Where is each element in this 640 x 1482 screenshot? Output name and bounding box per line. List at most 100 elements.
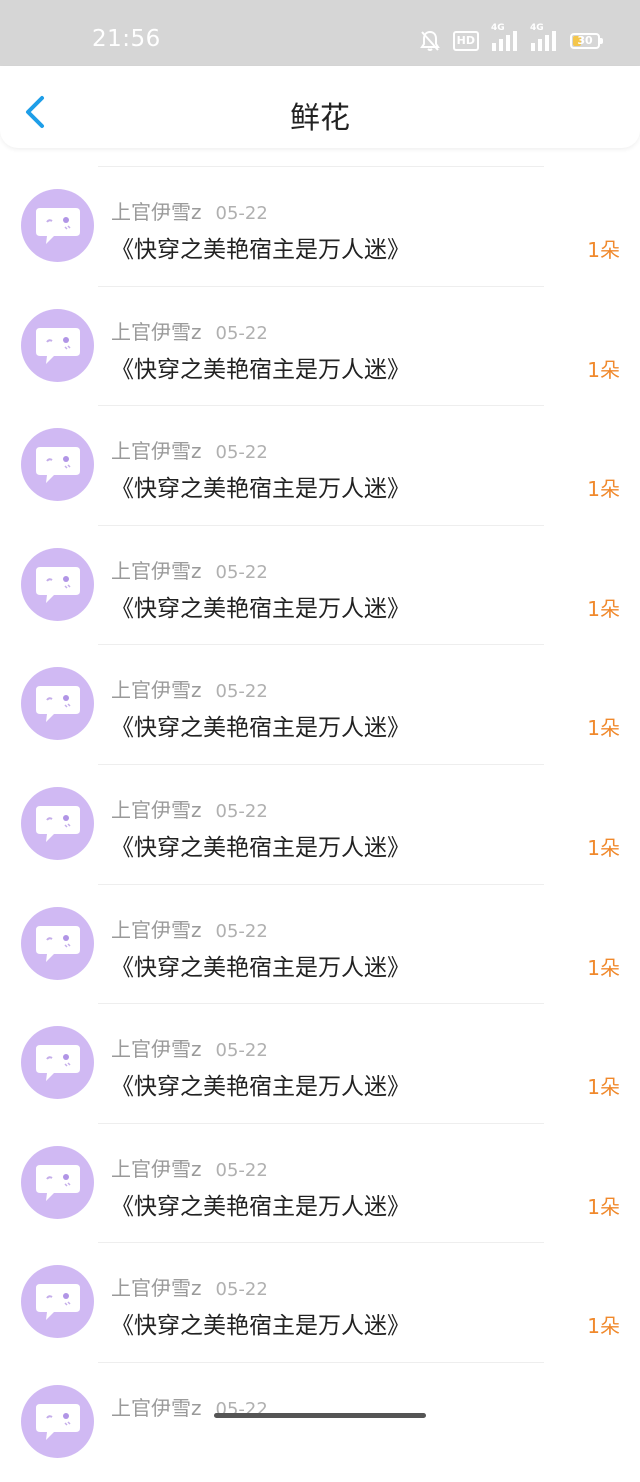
home-indicator[interactable] — [214, 1413, 426, 1418]
mute-bell-icon — [419, 30, 440, 51]
avatar[interactable] — [21, 1265, 94, 1339]
divider — [98, 285, 544, 287]
divider — [98, 763, 544, 765]
item-meta: 上官伊雪z 05-22 — [111, 1033, 268, 1062]
item-date: 05-22 — [215, 442, 268, 464]
user-name: 上官伊雪z — [111, 678, 202, 703]
flower-list[interactable]: 上官伊雪z 05-22 《快穿之美艳宿主是万人迷》 1朵 上官伊雪z 05-22 《… — [0, 166, 640, 1482]
item-date: 05-22 — [215, 322, 268, 344]
speech-bubble-icon — [36, 1284, 80, 1321]
list-item[interactable]: 上官伊雪z 05-22 《快穿之美艳宿主是万人迷》 1朵 — [0, 644, 640, 764]
user-name: 上官伊雪z — [111, 1276, 202, 1301]
divider — [98, 1242, 544, 1244]
list-item[interactable]: 上官伊雪z 05-22 《快穿之美艳宿主是万人迷》 1朵 — [0, 1003, 640, 1123]
flower-count: 1朵 — [587, 477, 620, 502]
speech-bubble-icon — [36, 1164, 80, 1201]
flower-count: 1朵 — [587, 1314, 620, 1339]
speech-bubble-icon — [36, 1403, 80, 1440]
avatar[interactable] — [21, 1145, 94, 1219]
user-name: 上官伊雪z — [111, 1037, 202, 1062]
avatar[interactable] — [21, 667, 94, 741]
avatar[interactable] — [21, 906, 94, 980]
signal-4g-icon: 4G — [491, 23, 518, 51]
status-time: 21:56 — [92, 26, 161, 52]
hd-icon: HD — [452, 31, 479, 51]
avatar[interactable] — [21, 189, 94, 262]
user-name: 上官伊雪z — [111, 439, 202, 464]
book-title: 《快穿之美艳宿主是万人迷》 — [111, 237, 410, 263]
speech-bubble-icon — [36, 447, 80, 484]
user-name: 上官伊雪z — [111, 1156, 202, 1181]
item-meta: 上官伊雪z 05-22 — [111, 316, 268, 345]
flower-count: 1朵 — [587, 238, 620, 262]
speech-bubble-icon — [36, 1045, 80, 1082]
item-date: 05-22 — [215, 561, 268, 583]
signal-label-2: 4G — [530, 23, 544, 33]
item-date: 05-22 — [215, 1159, 268, 1181]
list-item[interactable]: 上官伊雪z 05-22 《快穿之美艳宿主是万人迷》 1朵 — [0, 285, 640, 406]
avatar[interactable] — [21, 428, 94, 502]
book-title: 《快穿之美艳宿主是万人迷》 — [111, 1313, 410, 1340]
avatar[interactable] — [21, 1384, 94, 1458]
avatar[interactable] — [21, 308, 94, 382]
flower-count: 1朵 — [587, 835, 620, 860]
flower-count: 1朵 — [587, 716, 620, 741]
book-title: 《快穿之美艳宿主是万人迷》 — [111, 1193, 410, 1220]
signal-label-1: 4G — [491, 23, 505, 33]
flower-count: 1朵 — [587, 1075, 620, 1100]
list-item[interactable]: 上官伊雪z 05-22 《快穿之美艳宿主是万人迷》 1朵 — [0, 405, 640, 525]
divider — [98, 405, 544, 407]
item-date: 05-22 — [215, 203, 268, 224]
signal-4g-icon-2: 4G — [530, 23, 557, 51]
item-meta: 上官伊雪z 05-22 — [111, 1153, 268, 1182]
page-title: 鲜花 — [290, 101, 350, 136]
divider — [98, 644, 544, 646]
avatar[interactable] — [21, 786, 94, 860]
item-meta: 上官伊雪z 05-22 — [111, 1272, 268, 1301]
item-meta: 上官伊雪z 05-22 — [111, 555, 268, 584]
divider — [98, 1122, 544, 1124]
list-item[interactable]: 上官伊雪z 05-22 《快穿之美艳宿主是万人迷》 1朵 — [0, 763, 640, 884]
list-item[interactable]: 上官伊雪z 05-22 《快穿之美艳宿主是万人迷》 1朵 — [0, 1242, 640, 1362]
item-date: 05-22 — [215, 681, 268, 703]
divider — [98, 524, 544, 526]
book-title: 《快穿之美艳宿主是万人迷》 — [111, 954, 410, 981]
flower-count: 1朵 — [587, 596, 620, 621]
list-item[interactable]: 上官伊雪z 05-22 《快穿之美艳宿主是万人迷》 1朵 — [0, 524, 640, 645]
book-title: 《快穿之美艳宿主是万人迷》 — [111, 476, 410, 503]
item-meta: 上官伊雪z 05-22 — [111, 674, 268, 703]
avatar[interactable] — [21, 547, 94, 621]
speech-bubble-icon — [36, 686, 80, 723]
status-bar: 21:56 HD 4G 4G 30 — [0, 0, 640, 66]
divider — [98, 1361, 544, 1363]
user-name: 上官伊雪z — [111, 319, 202, 344]
divider — [98, 166, 544, 167]
item-date: 05-22 — [215, 800, 268, 822]
avatar[interactable] — [21, 1026, 94, 1100]
divider — [98, 883, 544, 885]
book-title: 《快穿之美艳宿主是万人迷》 — [111, 715, 410, 742]
header-bar: 鲜花 — [0, 66, 640, 148]
flower-count: 1朵 — [587, 357, 620, 382]
list-item[interactable]: 上官伊雪z 05-22 《快穿之美艳宿主是万人迷》 1朵 — [0, 166, 640, 286]
user-name: 上官伊雪z — [111, 200, 202, 224]
item-date: 05-22 — [215, 920, 268, 942]
battery-level: 30 — [577, 34, 593, 47]
battery-icon: 30 — [570, 33, 603, 49]
user-name: 上官伊雪z — [111, 917, 202, 942]
flower-count: 1朵 — [587, 1194, 620, 1219]
divider — [98, 1003, 544, 1005]
user-name: 上官伊雪z — [111, 1395, 202, 1420]
user-name: 上官伊雪z — [111, 558, 202, 583]
speech-bubble-icon — [36, 805, 80, 842]
speech-bubble-icon — [36, 566, 80, 603]
user-name: 上官伊雪z — [111, 797, 202, 822]
item-date: 05-22 — [215, 1279, 268, 1301]
status-icons: HD 4G 4G 30 — [419, 23, 603, 53]
book-title: 《快穿之美艳宿主是万人迷》 — [111, 1074, 410, 1101]
speech-bubble-icon — [36, 925, 80, 962]
list-item[interactable]: 上官伊雪z 05-22 《快穿之美艳宿主是万人迷》 1朵 — [0, 883, 640, 1004]
item-meta: 上官伊雪z 05-22 — [111, 435, 268, 464]
item-meta: 上官伊雪z 05-22 — [111, 914, 268, 943]
list-item[interactable]: 上官伊雪z 05-22 《快穿之美艳宿主是万人迷》 1朵 — [0, 1122, 640, 1243]
